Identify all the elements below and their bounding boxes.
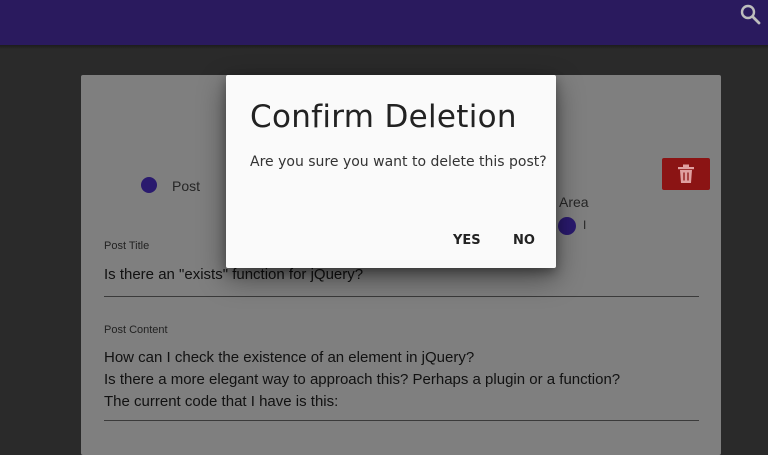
confirm-deletion-dialog: Confirm Deletion Are you sure you want t…	[226, 75, 556, 268]
dialog-message: Are you sure you want to delete this pos…	[250, 154, 547, 170]
no-button[interactable]: NO	[513, 233, 535, 248]
yes-button[interactable]: YES	[453, 233, 481, 248]
dialog-title: Confirm Deletion	[250, 99, 517, 135]
